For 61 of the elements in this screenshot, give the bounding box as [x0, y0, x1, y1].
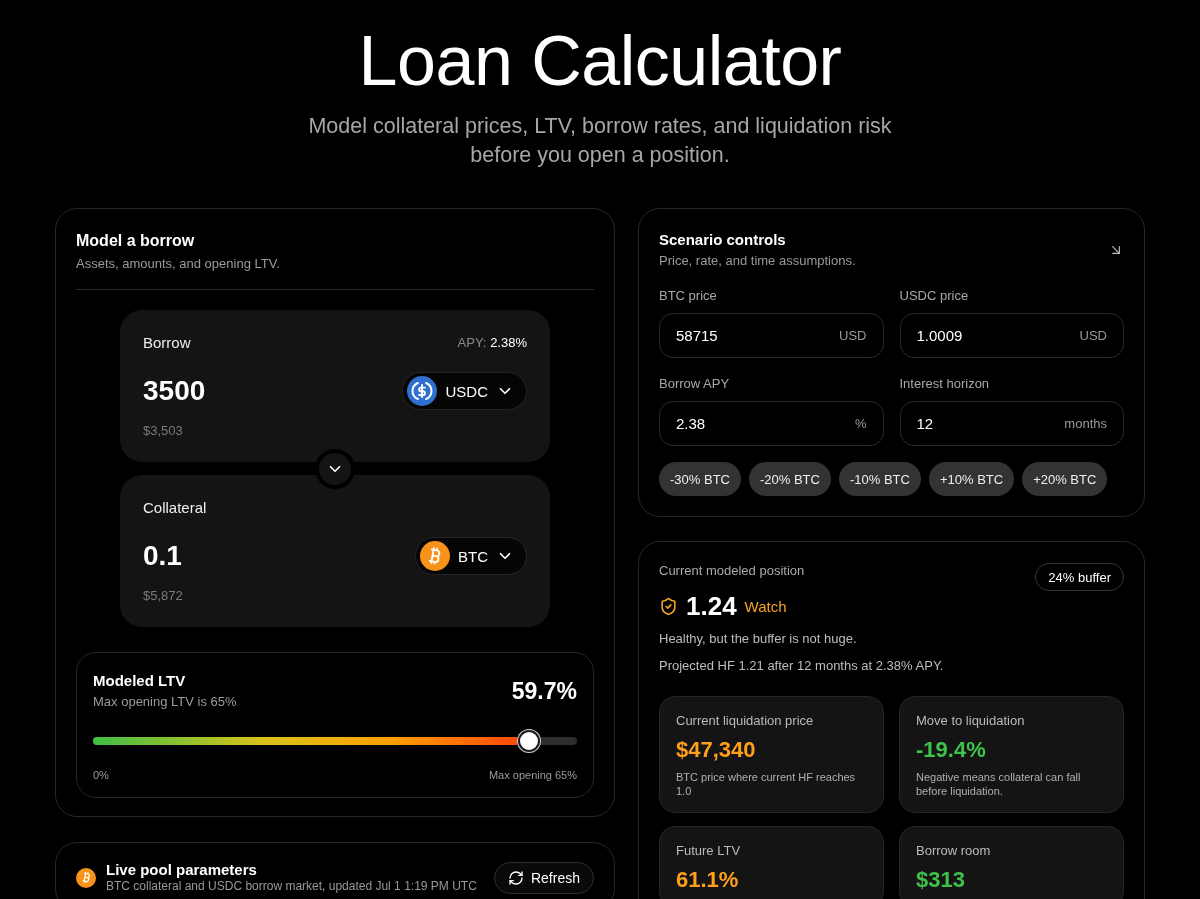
unit-label: % — [854, 416, 867, 431]
metric-label: Borrow room — [916, 843, 992, 859]
position-note: Projected HF 1.21 after 12 months at 2.38% APY. — [659, 657, 945, 675]
metric-value: -19.4% — [916, 737, 987, 763]
amount-input[interactable]: 0.1 — [143, 539, 182, 573]
field-label: Borrow APY — [659, 376, 731, 392]
input-field[interactable]: 58715 USD — [659, 313, 884, 358]
usd-value: $5,872 — [143, 587, 184, 605]
metric-value: $47,340 — [676, 737, 757, 763]
scale-label: 0% — [93, 768, 109, 782]
panel-title: Live pool parameters — [106, 861, 258, 879]
metric-note: Negative means collateral can fall before liquidation. — [916, 770, 1082, 798]
panel-subtitle: Price, rate, and time assumptions. — [659, 252, 856, 270]
metric-value: 61.1% — [676, 867, 740, 893]
metric-label: Move to liquidation — [916, 713, 1026, 729]
panel-title: Current modeled position — [659, 563, 805, 579]
panel-subtitle: BTC collateral and USDC borrow market, updated Jul 1 1:19 PM UTC — [106, 879, 478, 894]
refresh-icon — [507, 869, 524, 886]
metric-note: BTC price where current HF reaches 1.0 — [676, 770, 857, 798]
scale-label: Max opening 65% — [488, 768, 577, 782]
panel-title: Scenario controls — [659, 230, 787, 250]
asset-label: Collateral — [143, 498, 207, 518]
token-select[interactable]: BTC — [415, 537, 527, 575]
preset-chip[interactable]: -30% BTC — [659, 462, 741, 496]
usd-value: $3,503 — [143, 422, 184, 440]
input-field[interactable]: 12 months — [899, 401, 1124, 446]
token-select[interactable]: USDC — [402, 372, 527, 410]
position-note: Healthy, but the buffer is not huge. — [659, 630, 858, 648]
preset-chip[interactable]: -20% BTC — [748, 462, 831, 496]
page-subtitle: Model collateral prices, LTV, borrow rates, and liquidation risk before you open a position. — [307, 113, 893, 169]
ltv-subtitle: Max opening LTV is 65% — [93, 693, 237, 711]
unit-label: USD — [839, 328, 867, 343]
unit-label: months — [1064, 416, 1107, 431]
field-label: Interest horizon — [899, 376, 991, 392]
ltv-title: Modeled LTV — [93, 671, 187, 691]
health-status: Watch — [744, 597, 787, 615]
apy-rate: APY: 2.38% — [457, 334, 527, 352]
dollar-coin-icon — [407, 376, 438, 406]
input-field[interactable]: 1.0009 USD — [899, 313, 1124, 358]
unit-label: USD — [1079, 328, 1107, 343]
metric-label: Current liquidation price — [676, 713, 815, 729]
refresh-button[interactable]: Refresh — [493, 861, 594, 894]
panel-subtitle: Assets, amounts, and opening LTV. — [76, 255, 281, 273]
preset-chip[interactable]: +20% BTC — [1022, 462, 1108, 496]
panel-title: Model a borrow — [76, 231, 196, 251]
ltv-value: 59.7% — [511, 677, 577, 706]
asset-label: Borrow — [143, 333, 191, 353]
bitcoin-icon — [76, 867, 96, 888]
slider-thumb[interactable] — [517, 730, 540, 752]
health-factor: 1.24 — [686, 592, 737, 620]
input-field[interactable]: 2.38 % — [659, 401, 884, 446]
amount-input[interactable]: 3500 — [143, 374, 206, 408]
field-label: BTC price — [659, 288, 718, 304]
preset-chip[interactable]: -10% BTC — [838, 462, 921, 496]
bitcoin-icon — [420, 541, 450, 571]
preset-chip[interactable]: +10% BTC — [928, 462, 1015, 496]
field-label: USDC price — [899, 288, 970, 304]
metric-label: Future LTV — [676, 843, 742, 859]
page-title: Loan Calculator — [358, 22, 842, 100]
shield-check-icon — [659, 596, 678, 616]
metric-value: $313 — [916, 867, 966, 893]
